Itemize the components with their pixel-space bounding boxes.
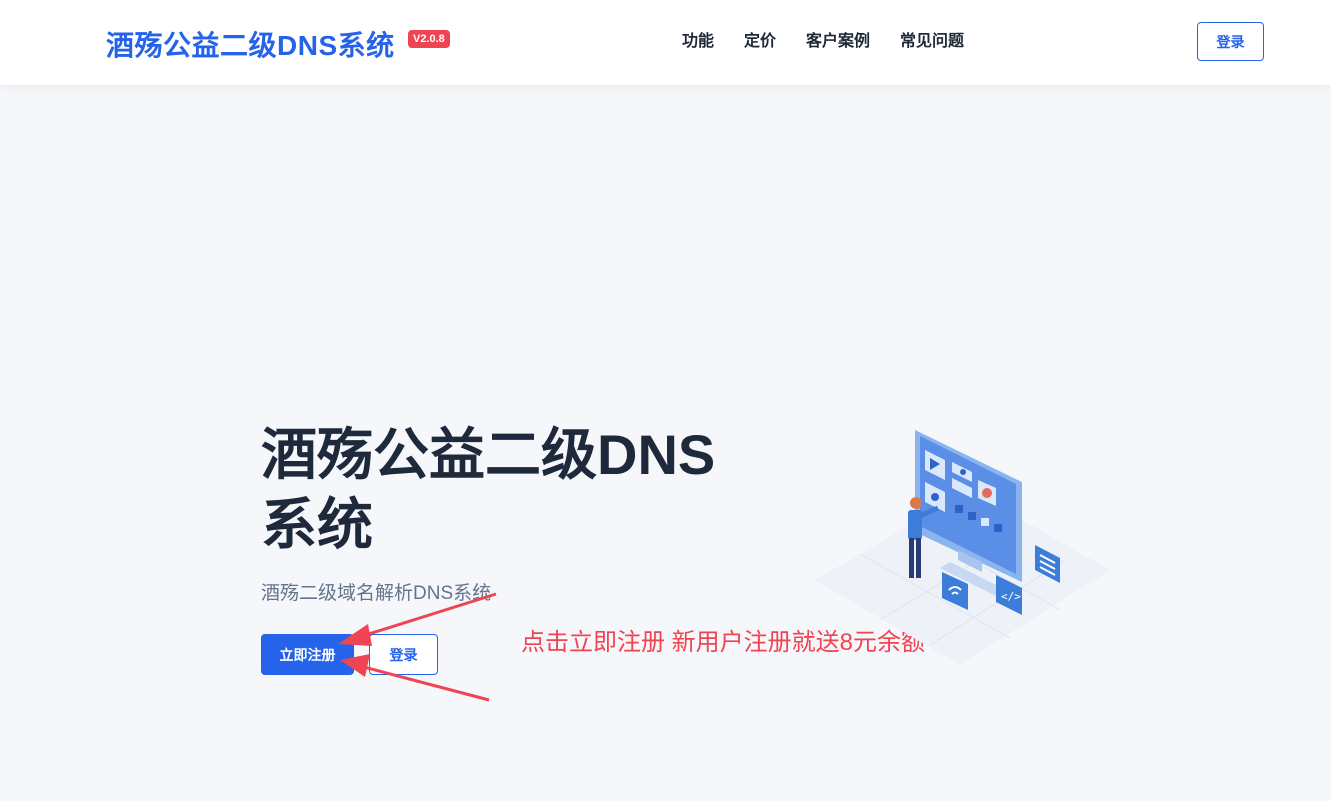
main-nav: 功能 定价 客户案例 常见问题 [682,32,994,52]
nav-link-faq[interactable]: 常见问题 [900,32,964,52]
hero-login-button[interactable]: 登录 [369,634,438,675]
hero-title: 酒殇公益二级DNS系统 [261,423,716,556]
version-badge: V2.0.8 [408,30,450,48]
nav-link-pricing[interactable]: 定价 [744,32,776,52]
top-navbar: 酒殇公益二级DNS系统 V2.0.8 功能 定价 客户案例 常见问题 登录 [0,0,1331,85]
annotation-arrows [338,592,497,702]
monitor-illustration: </> [815,430,1110,665]
header-login-button[interactable]: 登录 [1197,22,1264,61]
nav-link-features[interactable]: 功能 [682,32,714,52]
register-button[interactable]: 立即注册 [261,634,354,675]
svg-text:</>: </> [1001,590,1021,603]
hero-subtitle: 酒殇二级域名解析DNS系统 [261,583,492,604]
brand-logo-text[interactable]: 酒殇公益二级DNS系统 [106,24,395,64]
nav-link-customer-cases[interactable]: 客户案例 [806,32,870,52]
